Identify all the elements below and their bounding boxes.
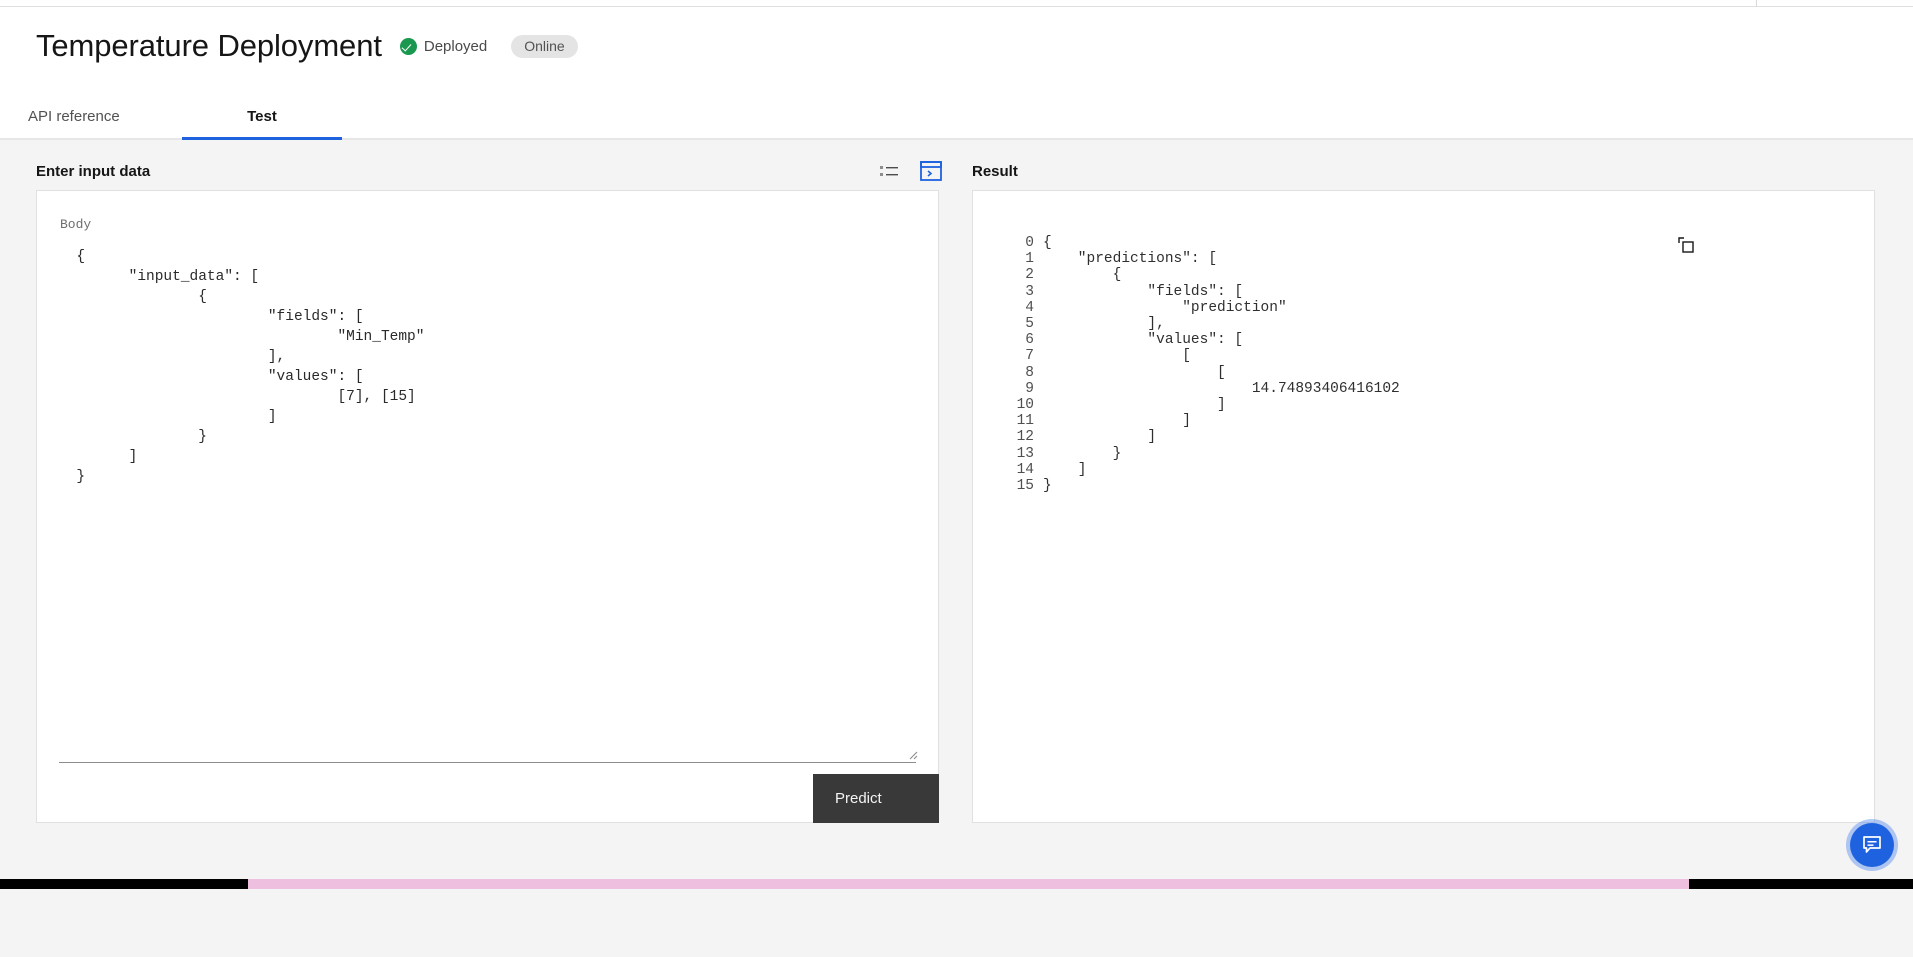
tab-bar: API reference Test xyxy=(0,92,1913,140)
result-panel: 0{1 "predictions": [2 {3 "fields": [4 "p… xyxy=(972,190,1875,823)
result-code-line: 7 [ xyxy=(1006,348,1400,364)
line-content: { xyxy=(1043,235,1052,251)
line-number: 1 xyxy=(1025,251,1034,268)
input-panel: Body xyxy=(36,190,939,957)
line-number: 15 xyxy=(1016,478,1034,495)
line-content: 14.74893406416102 xyxy=(1043,380,1400,397)
line-content: ], xyxy=(1043,316,1165,333)
line-content: ] xyxy=(1043,413,1191,430)
list-view-icon[interactable] xyxy=(876,158,902,184)
result-code-line: 0{ xyxy=(1006,235,1400,251)
browser-chrome-strip xyxy=(0,0,1913,7)
result-code-line: 6 "values": [ xyxy=(1006,332,1400,348)
deployment-status: Deployed xyxy=(399,37,488,55)
line-content: ] xyxy=(1043,429,1157,446)
status-badge: Online xyxy=(511,34,578,58)
form-view-icon[interactable] xyxy=(918,158,944,184)
editor-view-toggle-group xyxy=(876,158,944,184)
result-code-line: 11 ] xyxy=(1006,413,1400,429)
line-number: 6 xyxy=(1025,332,1034,349)
tab-test[interactable]: Test xyxy=(182,92,342,140)
line-content: "prediction" xyxy=(1043,299,1287,316)
bottom-bar-progress-segment xyxy=(248,879,1689,889)
browser-tab-seam xyxy=(1756,0,1757,7)
chat-bubble-icon[interactable] xyxy=(1850,823,1894,867)
line-number: 8 xyxy=(1025,364,1034,381)
copy-icon[interactable] xyxy=(1673,232,1699,258)
line-number: 10 xyxy=(1016,397,1034,414)
line-number: 3 xyxy=(1025,283,1034,300)
predict-button[interactable]: Predict xyxy=(813,774,939,823)
result-code-line: 13 } xyxy=(1006,446,1400,462)
input-data-textarea[interactable] xyxy=(59,247,914,957)
result-code-block: 0{1 "predictions": [2 {3 "fields": [4 "p… xyxy=(1006,235,1400,494)
tab-api-reference[interactable]: API reference xyxy=(0,92,182,140)
line-number: 13 xyxy=(1016,445,1034,462)
line-content: } xyxy=(1043,445,1122,462)
result-code-line: 2 { xyxy=(1006,267,1400,283)
page-title: Temperature Deployment xyxy=(36,28,382,63)
line-number: 12 xyxy=(1016,429,1034,446)
line-content: { xyxy=(1043,267,1122,284)
line-content: [ xyxy=(1043,364,1226,381)
line-content: "predictions": [ xyxy=(1043,251,1218,268)
result-code-line: 3 "fields": [ xyxy=(1006,284,1400,300)
textarea-bottom-rule xyxy=(59,762,916,763)
result-panel-title: Result xyxy=(972,163,1018,180)
line-number: 9 xyxy=(1025,380,1034,397)
result-code-line: 4 "prediction" xyxy=(1006,300,1400,316)
line-number: 5 xyxy=(1025,316,1034,333)
result-code-line: 12 ] xyxy=(1006,429,1400,445)
input-panel-title: Enter input data xyxy=(36,163,151,180)
result-code-line: 15} xyxy=(1006,478,1400,494)
line-number: 0 xyxy=(1025,235,1034,251)
bottom-status-bar xyxy=(0,879,1913,889)
check-circle-icon xyxy=(399,37,417,55)
result-code-line: 1 "predictions": [ xyxy=(1006,251,1400,267)
line-number: 7 xyxy=(1025,348,1034,365)
line-content: } xyxy=(1043,478,1052,495)
line-number: 4 xyxy=(1025,299,1034,316)
line-content: "values": [ xyxy=(1043,332,1244,349)
deployment-status-label: Deployed xyxy=(423,37,488,55)
result-code-line: 14 ] xyxy=(1006,462,1400,478)
line-number: 14 xyxy=(1016,461,1034,478)
page-header: Temperature Deployment Deployed Online A… xyxy=(0,7,1913,140)
line-content: [ xyxy=(1043,348,1191,365)
line-number: 2 xyxy=(1025,267,1034,284)
title-row: Temperature Deployment Deployed Online xyxy=(36,28,578,64)
result-code-line: 8 [ xyxy=(1006,365,1400,381)
line-content: "fields": [ xyxy=(1043,283,1244,300)
textarea-resize-handle[interactable] xyxy=(905,747,918,760)
body-label: Body xyxy=(60,217,92,232)
result-code-line: 10 ] xyxy=(1006,397,1400,413)
result-code-line: 5 ], xyxy=(1006,316,1400,332)
line-content: ] xyxy=(1043,461,1087,478)
line-content: ] xyxy=(1043,397,1226,414)
result-code-line: 9 14.74893406416102 xyxy=(1006,380,1400,397)
line-number: 11 xyxy=(1016,413,1034,430)
